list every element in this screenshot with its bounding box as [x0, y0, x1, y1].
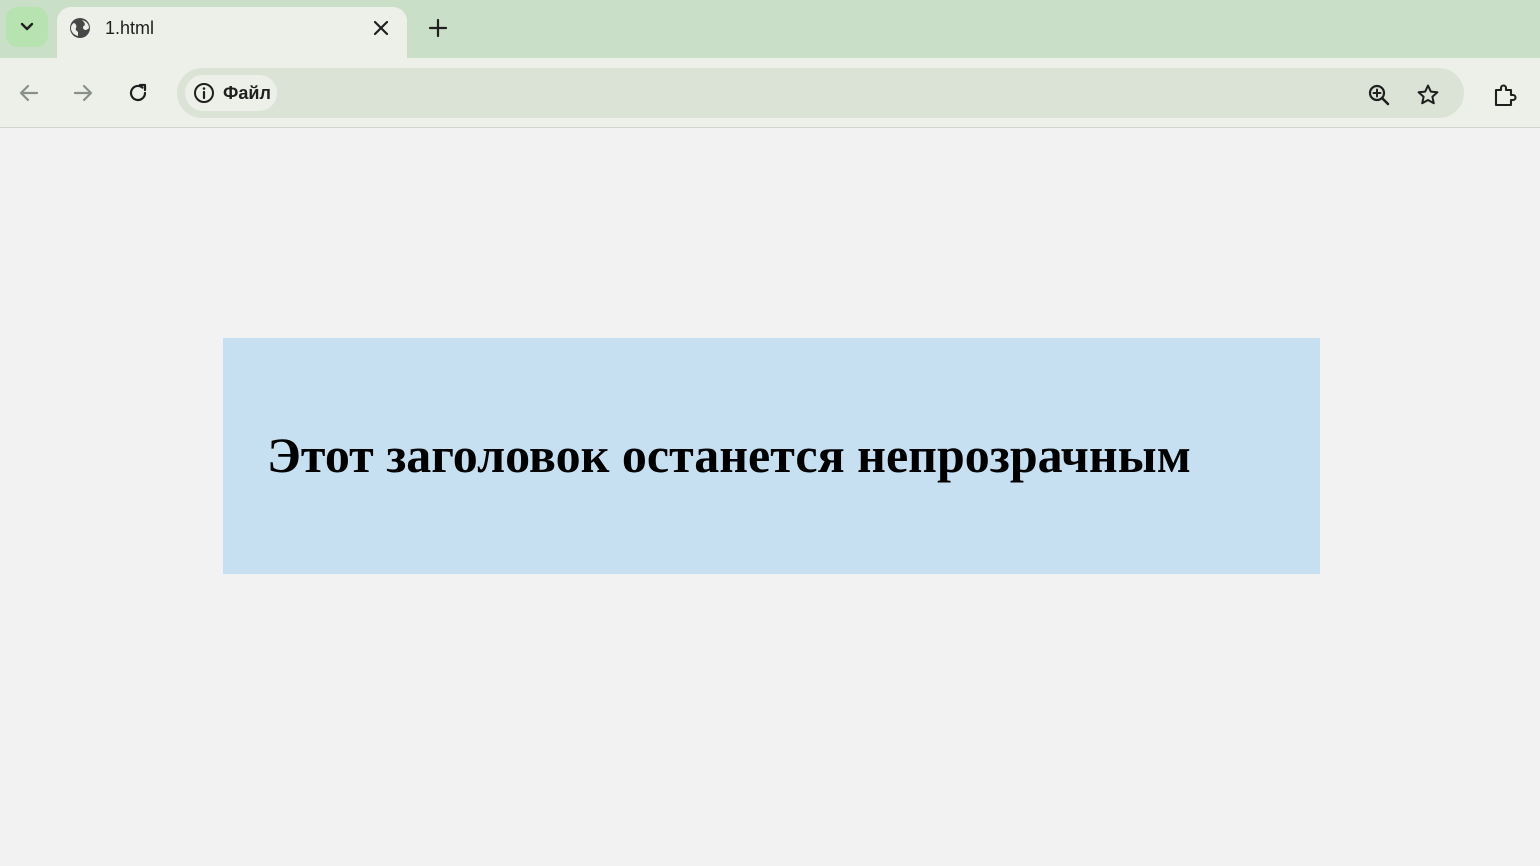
site-info-label: Файл	[223, 82, 271, 103]
toolbar: Файл	[0, 58, 1540, 128]
puzzle-icon	[1494, 84, 1517, 107]
tab-active[interactable]: 1.html	[57, 7, 407, 58]
page-viewport: Этот заголовок останется непрозрачным	[0, 129, 1540, 866]
zoom-button[interactable]	[1364, 80, 1394, 110]
extensions-button[interactable]	[1489, 79, 1521, 111]
reload-icon	[129, 83, 147, 102]
zoom-in-icon	[1368, 84, 1390, 106]
bookmark-button[interactable]	[1413, 80, 1443, 110]
site-info-chip[interactable]: Файл	[185, 75, 277, 111]
new-tab-button[interactable]	[424, 14, 452, 42]
heading-container: Этот заголовок останется непрозрачным	[223, 338, 1320, 574]
forward-button[interactable]	[66, 76, 100, 110]
page-heading: Этот заголовок останется непрозрачным	[267, 427, 1191, 483]
globe-icon	[70, 18, 90, 38]
address-bar[interactable]: Файл	[177, 68, 1464, 118]
close-icon	[373, 20, 389, 36]
back-button[interactable]	[12, 76, 46, 110]
star-icon	[1417, 84, 1439, 105]
tab-close-button[interactable]	[369, 16, 393, 40]
arrow-left-icon	[19, 84, 39, 102]
plus-icon	[428, 18, 448, 38]
chevron-down-icon	[20, 22, 34, 31]
tab-search-button[interactable]	[6, 7, 48, 47]
info-icon	[194, 83, 214, 103]
tab-strip: 1.html	[0, 0, 1540, 58]
arrow-right-icon	[73, 84, 93, 102]
tab-title: 1.html	[105, 18, 155, 38]
reload-button[interactable]	[121, 76, 155, 110]
